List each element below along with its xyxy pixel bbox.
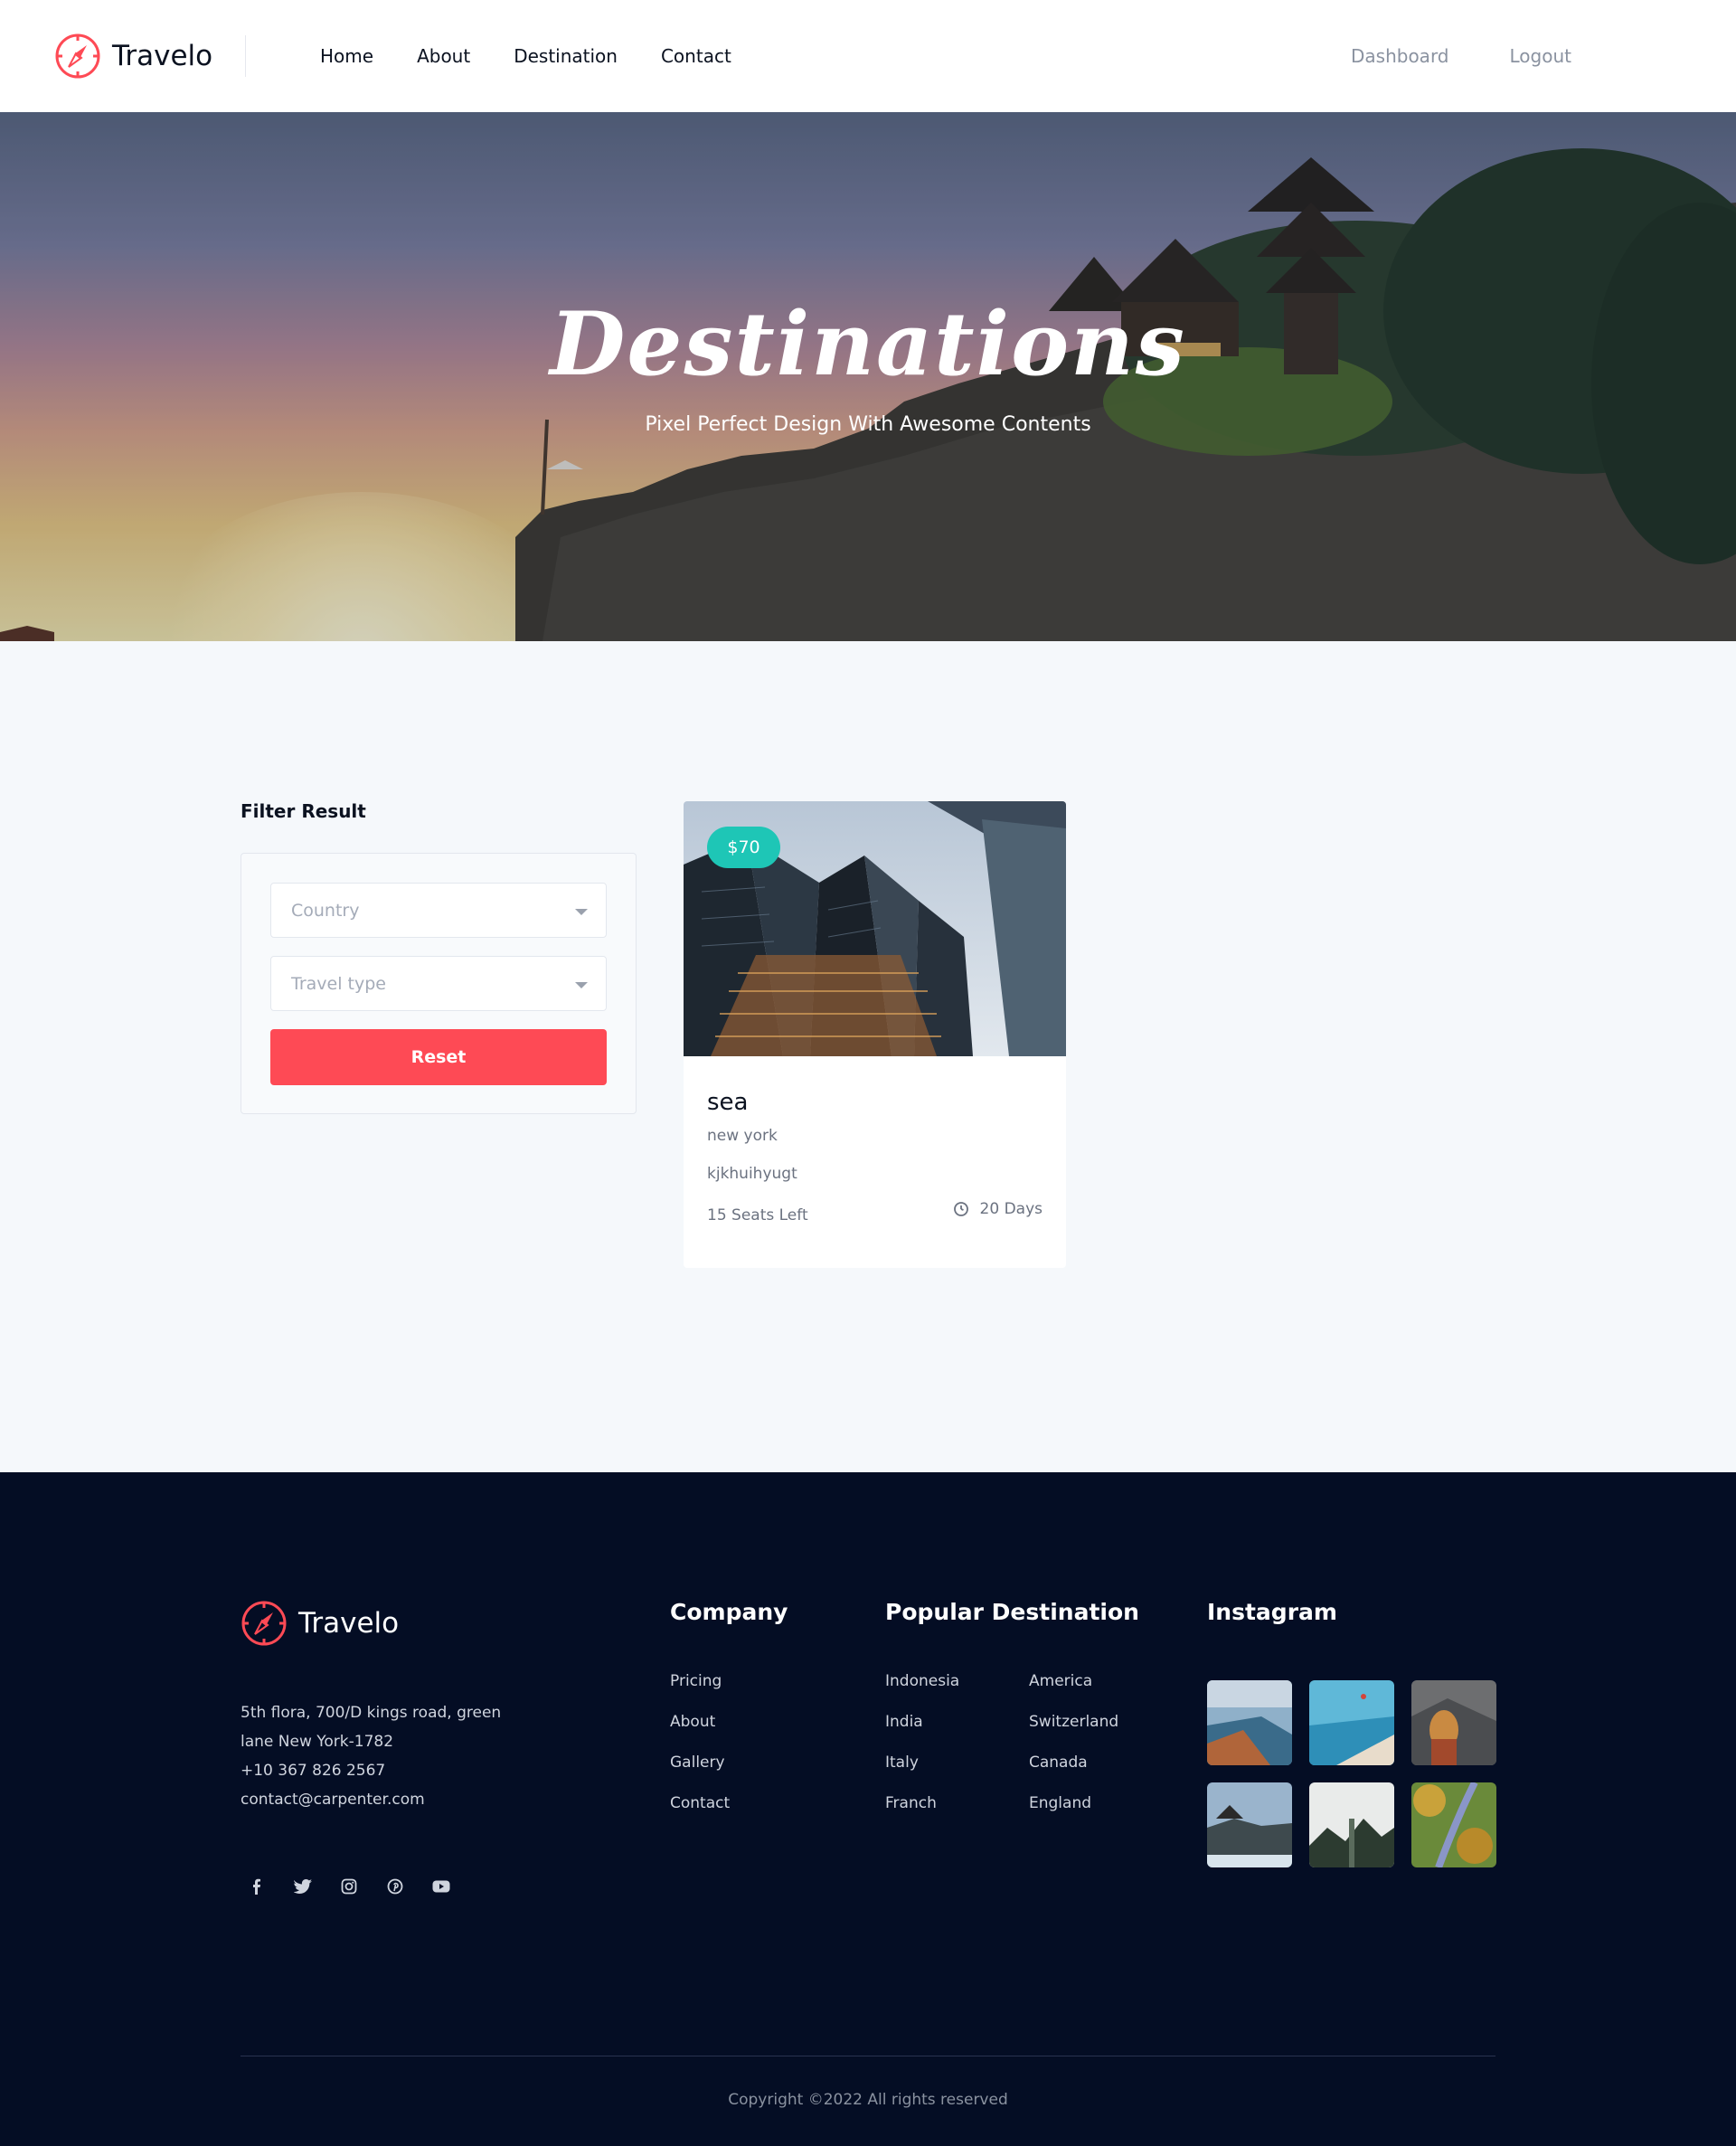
clock-icon [953,1202,968,1216]
destination-link[interactable]: Canada [1029,1751,1118,1791]
chevron-down-icon [575,982,588,988]
nav-contact[interactable]: Contact [661,45,731,67]
destination-link[interactable]: Franch [885,1791,959,1832]
instagram-title: Instagram [1207,1599,1337,1625]
footer-link-gallery[interactable]: Gallery [670,1751,730,1791]
brand-name: Travelo [112,40,213,72]
travel-type-select-placeholder: Travel type [291,974,386,994]
reset-button[interactable]: Reset [270,1029,607,1085]
hero-subtitle: Pixel Perfect Design With Awesome Conten… [645,413,1091,436]
instagram-icon[interactable] [333,1870,365,1903]
footer-brand-name: Travelo [298,1607,400,1640]
nav-about[interactable]: About [417,45,470,67]
destination-link[interactable]: Switzerland [1029,1710,1118,1751]
destination-link[interactable]: Indonesia [885,1669,959,1710]
destination-location: new york [707,1127,778,1145]
hero-banner: Destinations Pixel Perfect Design With A… [0,112,1736,641]
dashboard-link[interactable]: Dashboard [1351,45,1449,67]
price-badge: $70 [707,827,780,868]
compass-icon [55,33,100,79]
destination-link[interactable]: America [1029,1669,1118,1710]
instagram-gallery [1207,1680,1496,1867]
nav-home[interactable]: Home [320,45,373,67]
destination-card[interactable]: $70 sea new york kjkhuihyugt 15 Seats Le… [684,801,1066,1268]
instagram-photo[interactable] [1411,1680,1496,1765]
pinterest-icon[interactable] [379,1870,411,1903]
main-nav: Home About Destination Contact [320,0,775,112]
popular-destination-title: Popular Destination [885,1599,1139,1625]
footer-brand-logo[interactable]: Travelo [241,1600,399,1647]
travel-type-select[interactable]: Travel type [270,956,607,1011]
site-header: Travelo Home About Destination Contact D… [0,0,1736,112]
youtube-icon[interactable] [425,1870,458,1903]
instagram-photo[interactable] [1411,1782,1496,1867]
seats-left: 15 Seats Left [707,1206,808,1224]
chevron-down-icon [575,909,588,915]
hero-title: Destinations [550,293,1186,395]
popular-destinations-col-1: Indonesia India Italy Franch [885,1669,959,1832]
account-nav: Dashboard Logout [1290,0,1571,112]
address-line-1: 5th flora, 700/D kings road, green [241,1704,502,1722]
destination-title[interactable]: sea [707,1089,748,1116]
address-line-2: lane New York-1782 [241,1733,394,1751]
instagram-photo[interactable] [1207,1782,1292,1867]
social-links [241,1870,471,1903]
nav-destination[interactable]: Destination [514,45,618,67]
facebook-icon[interactable] [241,1870,273,1903]
destination-link[interactable]: Italy [885,1751,959,1791]
destination-image: $70 [684,801,1066,1056]
trip-duration-label: 20 Days [979,1200,1043,1218]
site-footer: Travelo 5th flora, 700/D kings road, gre… [0,1472,1736,2146]
destination-link[interactable]: India [885,1710,959,1751]
destination-link[interactable]: England [1029,1791,1118,1832]
header-divider [245,35,246,77]
filter-title: Filter Result [241,800,366,822]
trip-duration: 20 Days [953,1200,1043,1218]
logout-link[interactable]: Logout [1510,45,1571,67]
email-address[interactable]: contact@carpenter.com [241,1785,512,1814]
brand-logo[interactable]: Travelo [54,31,212,81]
footer-link-about[interactable]: About [670,1710,730,1751]
company-title: Company [670,1599,788,1625]
filter-panel: Country Travel type Reset [241,853,637,1114]
instagram-photo[interactable] [1207,1680,1292,1765]
country-select-placeholder: Country [291,901,360,921]
destination-description: kjkhuihyugt [707,1165,797,1183]
twitter-icon[interactable] [287,1870,319,1903]
phone-number[interactable]: +10 367 826 2567 [241,1756,512,1785]
popular-destinations-col-2: America Switzerland Canada England [1029,1669,1118,1832]
footer-contact-info: 5th flora, 700/D kings road, green lane … [241,1698,512,1814]
footer-link-pricing[interactable]: Pricing [670,1669,730,1710]
footer-link-contact[interactable]: Contact [670,1791,730,1832]
compass-icon [241,1601,287,1646]
instagram-photo[interactable] [1309,1782,1394,1867]
instagram-photo[interactable] [1309,1680,1394,1765]
country-select[interactable]: Country [270,883,607,938]
copyright-text: Copyright ©2022 All rights reserved [728,2091,1008,2109]
company-links: Pricing About Gallery Contact [670,1669,730,1832]
